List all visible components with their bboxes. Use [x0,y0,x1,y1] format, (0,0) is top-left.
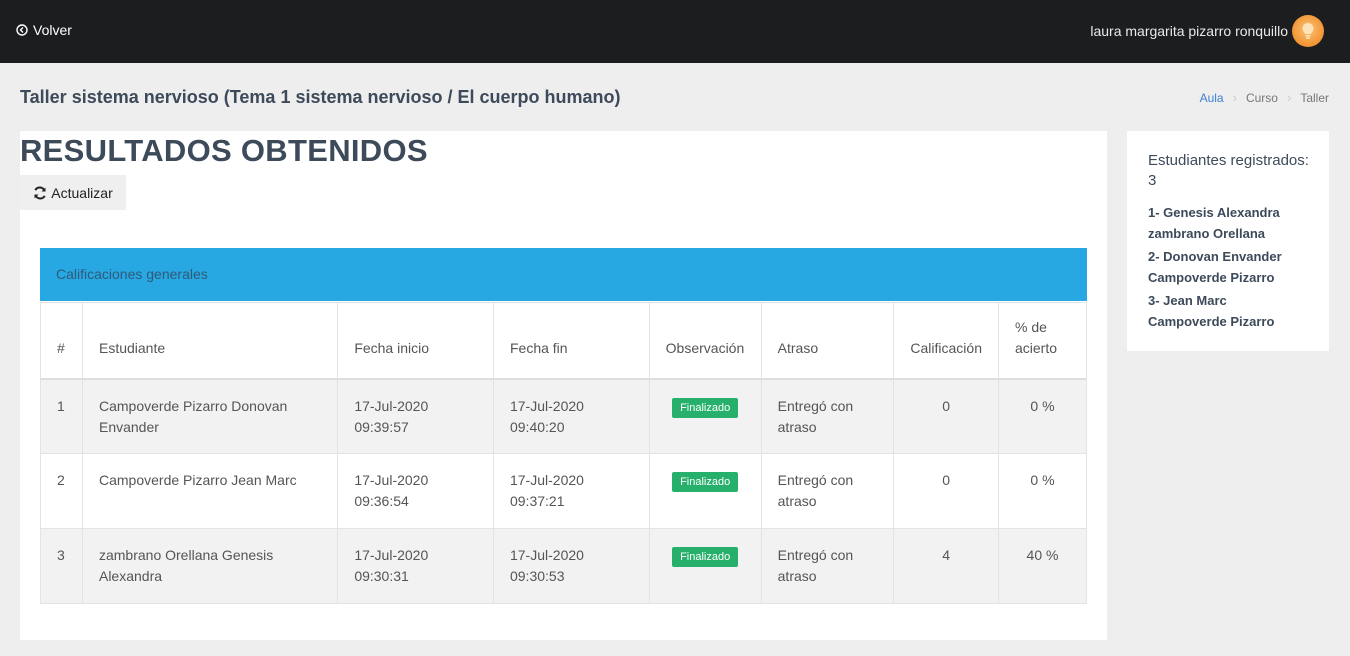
column-header: Observación [648,302,762,379]
start-time: 09:36:54 [354,493,409,509]
chevron-right-icon: › [1286,90,1292,105]
cell-percent: 40 % [997,528,1088,604]
cell-percent: 0 % [997,378,1088,454]
user-menu[interactable]: laura margarita pizarro ronquillo [1090,15,1324,47]
cell-start: 17-Jul-2020 09:39:57 [337,378,494,454]
cell-end: 17-Jul-2020 09:40:20 [492,378,650,454]
registered-students-title: Estudiantes registrados: 3 [1148,152,1309,189]
end-date: 17-Jul-2020 [509,472,584,488]
cell-number: 1 [40,378,83,454]
cell-grade: 0 [893,378,999,454]
circle-arrow-left-icon [16,24,28,36]
table-row: 2 Campoverde Pizarro Jean Marc 17-Jul-20… [40,453,1088,529]
column-header: Estudiante [81,302,339,379]
column-header: Calificación [893,302,999,379]
back-label: Volver [33,22,72,38]
cell-student: Campoverde Pizarro Donovan Envander [81,378,339,454]
table-row: 3 zambrano Orellana Genesis Alexandra 17… [40,528,1088,604]
avatar[interactable] [1292,15,1324,47]
end-time: 09:30:53 [509,568,565,584]
cell-end: 17-Jul-2020 09:37:21 [492,453,650,529]
refresh-label: Actualizar [51,184,113,201]
cell-delay: Entregó con atraso [760,378,895,454]
status-badge: Finalizado [672,472,739,492]
cell-observation: Finalizado [648,453,762,529]
user-name: laura margarita pizarro ronquillo [1090,23,1288,39]
cell-start: 17-Jul-2020 09:30:31 [337,528,494,604]
start-time: 09:39:57 [354,418,409,435]
end-time: 09:37:21 [509,493,565,509]
refresh-button[interactable]: Actualizar [20,175,126,210]
column-header: Atraso [760,302,895,379]
end-date: 17-Jul-2020 [509,397,584,414]
cell-grade: 4 [893,528,999,604]
cell-number: 3 [40,528,83,604]
list-item: 3- Jean Marc Campoverde Pizarro [1148,293,1275,329]
start-date: 17-Jul-2020 [354,397,429,414]
cell-student: zambrano Orellana Genesis Alexandra [81,528,339,604]
end-time: 09:40:20 [509,418,565,435]
back-button[interactable]: Volver [16,22,72,38]
breadcrumb-taller: Taller [1300,90,1329,105]
top-navbar: Volver laura margarita pizarro ronquillo [0,0,1350,63]
breadcrumb-curso: Curso [1245,90,1278,105]
end-date: 17-Jul-2020 [509,547,584,563]
page-title: Taller sistema nervioso (Tema 1 sistema … [20,87,621,107]
chevron-right-icon: › [1232,90,1237,105]
column-header: # [40,302,83,379]
refresh-icon [33,186,47,200]
column-header: Fecha inicio [337,302,494,379]
registered-students-list: 1- Genesis Alexandra zambrano Orellana 2… [1148,202,1309,332]
column-header: Fecha fin [492,302,650,379]
results-heading: RESULTADOS OBTENIDOS [20,133,428,168]
registered-students-panel: Estudiantes registrados: 3 1- Genesis Al… [1127,131,1329,351]
cell-start: 17-Jul-2020 09:36:54 [337,453,494,529]
results-panel: RESULTADOS OBTENIDOS Actualizar Califica… [20,131,1107,640]
column-header: % de acierto [997,302,1088,379]
cell-delay: Entregó con atraso [760,528,895,604]
cell-student: Campoverde Pizarro Jean Marc [81,453,339,529]
cell-end: 17-Jul-2020 09:30:53 [492,528,650,604]
status-badge: Finalizado [672,397,739,418]
list-item: 2- Donovan Envander Campoverde Pizarro [1148,249,1282,285]
table-row: 1 Campoverde Pizarro Donovan Envander 17… [40,378,1088,454]
status-badge: Finalizado [672,547,739,567]
table-header-row: # Estudiante Fecha inicio Fecha fin Obse… [40,302,1088,379]
lightbulb-avatar-icon [1302,23,1314,39]
start-time: 09:30:31 [354,568,409,584]
cell-grade: 0 [893,453,999,529]
start-date: 17-Jul-2020 [354,547,429,563]
breadcrumb-aula[interactable]: Aula [1200,91,1224,105]
cell-observation: Finalizado [648,528,762,604]
cell-percent: 0 % [997,453,1088,529]
list-item: 1- Genesis Alexandra zambrano Orellana [1148,205,1280,241]
cell-number: 2 [40,453,83,529]
cell-delay: Entregó con atraso [760,453,895,529]
grades-table: # Estudiante Fecha inicio Fecha fin Obse… [40,302,1088,604]
cell-observation: Finalizado [648,378,762,454]
start-date: 17-Jul-2020 [354,472,429,488]
breadcrumb: Aula › Curso › Taller [1200,90,1329,105]
grades-header: Calificaciones generales [40,248,1087,301]
